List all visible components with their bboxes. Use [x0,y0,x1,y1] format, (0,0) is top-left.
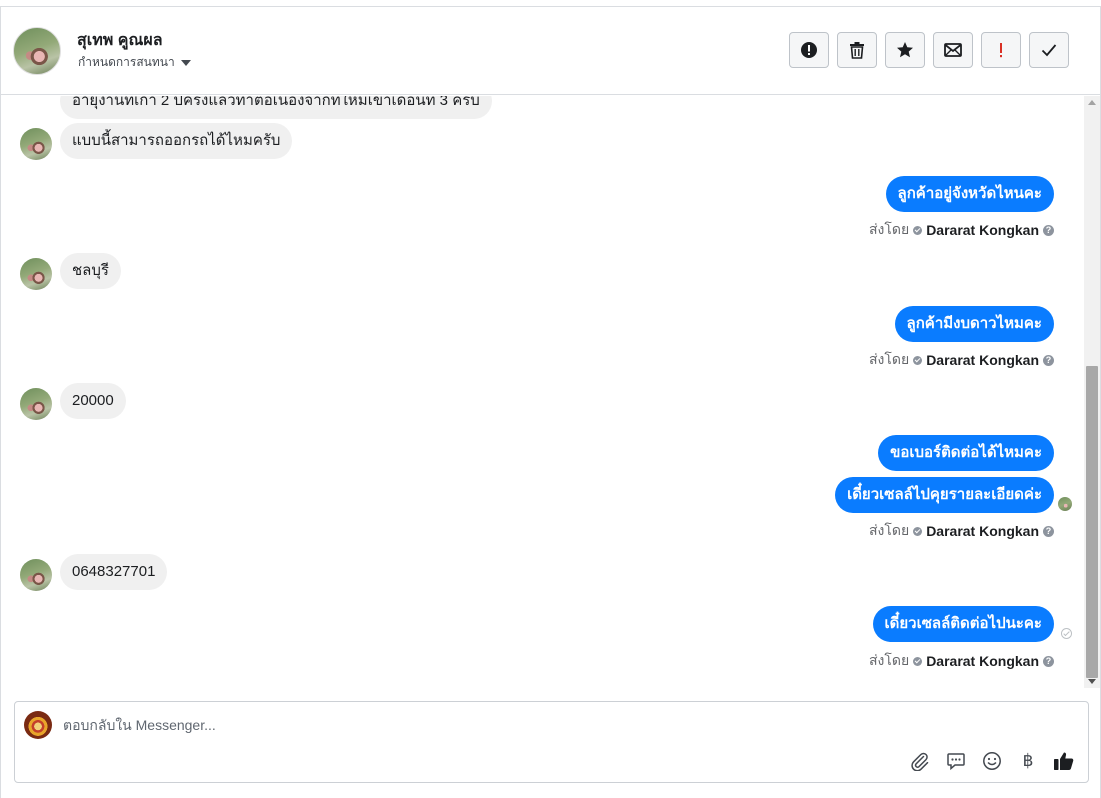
saved-replies-button[interactable] [944,749,968,773]
payment-button[interactable]: ฿ [1016,749,1040,773]
message-list[interactable]: อายุงานที่เก่า 2 ปีครึ่งแล้วทำต่อเนื่องจ… [1,96,1084,688]
scrollbar-thumb[interactable] [1086,366,1098,678]
sent-by-line: ส่งโดย Dararat Kongkan ? [869,349,1054,371]
outgoing-message: ลูกค้าอยู่จังหวัดไหนคะ [885,176,1054,212]
baht-icon: ฿ [1022,751,1034,771]
verified-check-icon [913,526,923,536]
incoming-message: 20000 [60,383,126,419]
outgoing-message: เดี๋ยวเซลล์ติดต่อไปนะคะ [872,606,1054,642]
conversation-label-dropdown[interactable]: กำหนดการสนทนา [78,53,191,72]
sender-avatar [20,388,52,420]
reply-input[interactable] [63,717,763,733]
conversation-label-text: กำหนดการสนทนา [78,55,175,69]
exclamation-icon [1000,43,1002,58]
help-icon[interactable]: ? [1043,354,1054,366]
caret-down-icon [180,60,191,66]
contact-avatar[interactable] [13,27,61,75]
paperclip-icon [911,752,929,771]
emoji-button[interactable] [980,749,1004,773]
sent-by-label: ส่งโดย [868,522,910,538]
emoji-icon [983,752,1001,770]
like-button[interactable] [1052,749,1076,773]
sent-by-label: ส่งโดย [868,351,910,367]
contact-name[interactable]: สุเทพ คูณผล [77,28,163,53]
sent-status-icon [1061,628,1072,639]
mark-done-button[interactable] [1029,32,1069,68]
saved-reply-icon [947,753,965,771]
outgoing-message: เดี๋ยวเซลล์ไปคุยรายละเอียดค่ะ [835,477,1054,513]
sender-avatar [20,128,52,160]
envelope-icon [944,43,962,57]
scroll-up-arrow-icon[interactable] [1088,100,1096,105]
inbox-conversation-panel: สุเทพ คูณผล กำหนดการสนทนา อายุงานที่เก่า… [0,6,1101,798]
check-icon [1041,44,1057,57]
alert-circle-icon [801,42,817,58]
incoming-message: แบบนี้สามารถออกรถได้ไหมครับ [60,123,293,159]
conversation-header: สุเทพ คูณผล กำหนดการสนทนา [1,7,1100,95]
agent-name[interactable]: Dararat Kongkan [926,352,1039,368]
scroll-down-arrow-icon[interactable] [1088,679,1096,684]
agent-name[interactable]: Dararat Kongkan [926,653,1039,669]
trash-icon [850,42,864,59]
thumbs-up-icon [1054,752,1074,770]
incoming-message: 0648327701 [60,554,168,590]
sent-by-label: ส่งโดย [868,221,910,237]
delete-button[interactable] [837,32,877,68]
mark-unread-button[interactable] [933,32,973,68]
incoming-message: ชลบุรี [60,253,121,289]
agent-name[interactable]: Dararat Kongkan [926,222,1039,238]
agent-name[interactable]: Dararat Kongkan [926,523,1039,539]
sent-by-label: ส่งโดย [868,652,910,668]
outgoing-message: ขอเบอร์ติดต่อได้ไหมคะ [878,435,1054,471]
report-spam-button[interactable] [789,32,829,68]
attach-button[interactable] [908,749,932,773]
seen-avatar [1058,497,1072,511]
sent-by-line: ส่งโดย Dararat Kongkan ? [869,650,1054,672]
help-icon[interactable]: ? [1043,655,1054,667]
incoming-message: อายุงานที่เก่า 2 ปีครึ่งแล้วทำต่อเนื่องจ… [60,96,492,119]
message-scrollbar[interactable] [1084,96,1100,688]
composer-toolbar: ฿ [908,749,1076,773]
follow-up-button[interactable] [981,32,1021,68]
outgoing-message: ลูกค้ามีงบดาวไหมคะ [894,306,1054,342]
header-actions [789,32,1069,68]
sent-by-line: ส่งโดย Dararat Kongkan ? [869,520,1054,542]
verified-check-icon [913,225,923,235]
star-icon [897,42,913,58]
help-icon[interactable]: ? [1043,224,1054,236]
sent-by-line: ส่งโดย Dararat Kongkan ? [869,219,1054,241]
sender-avatar [20,258,52,290]
help-icon[interactable]: ? [1043,525,1054,537]
verified-check-icon [913,656,923,666]
page-avatar [24,711,52,739]
reply-composer: ฿ [14,701,1089,783]
star-button[interactable] [885,32,925,68]
verified-check-icon [913,355,923,365]
sender-avatar [20,559,52,591]
